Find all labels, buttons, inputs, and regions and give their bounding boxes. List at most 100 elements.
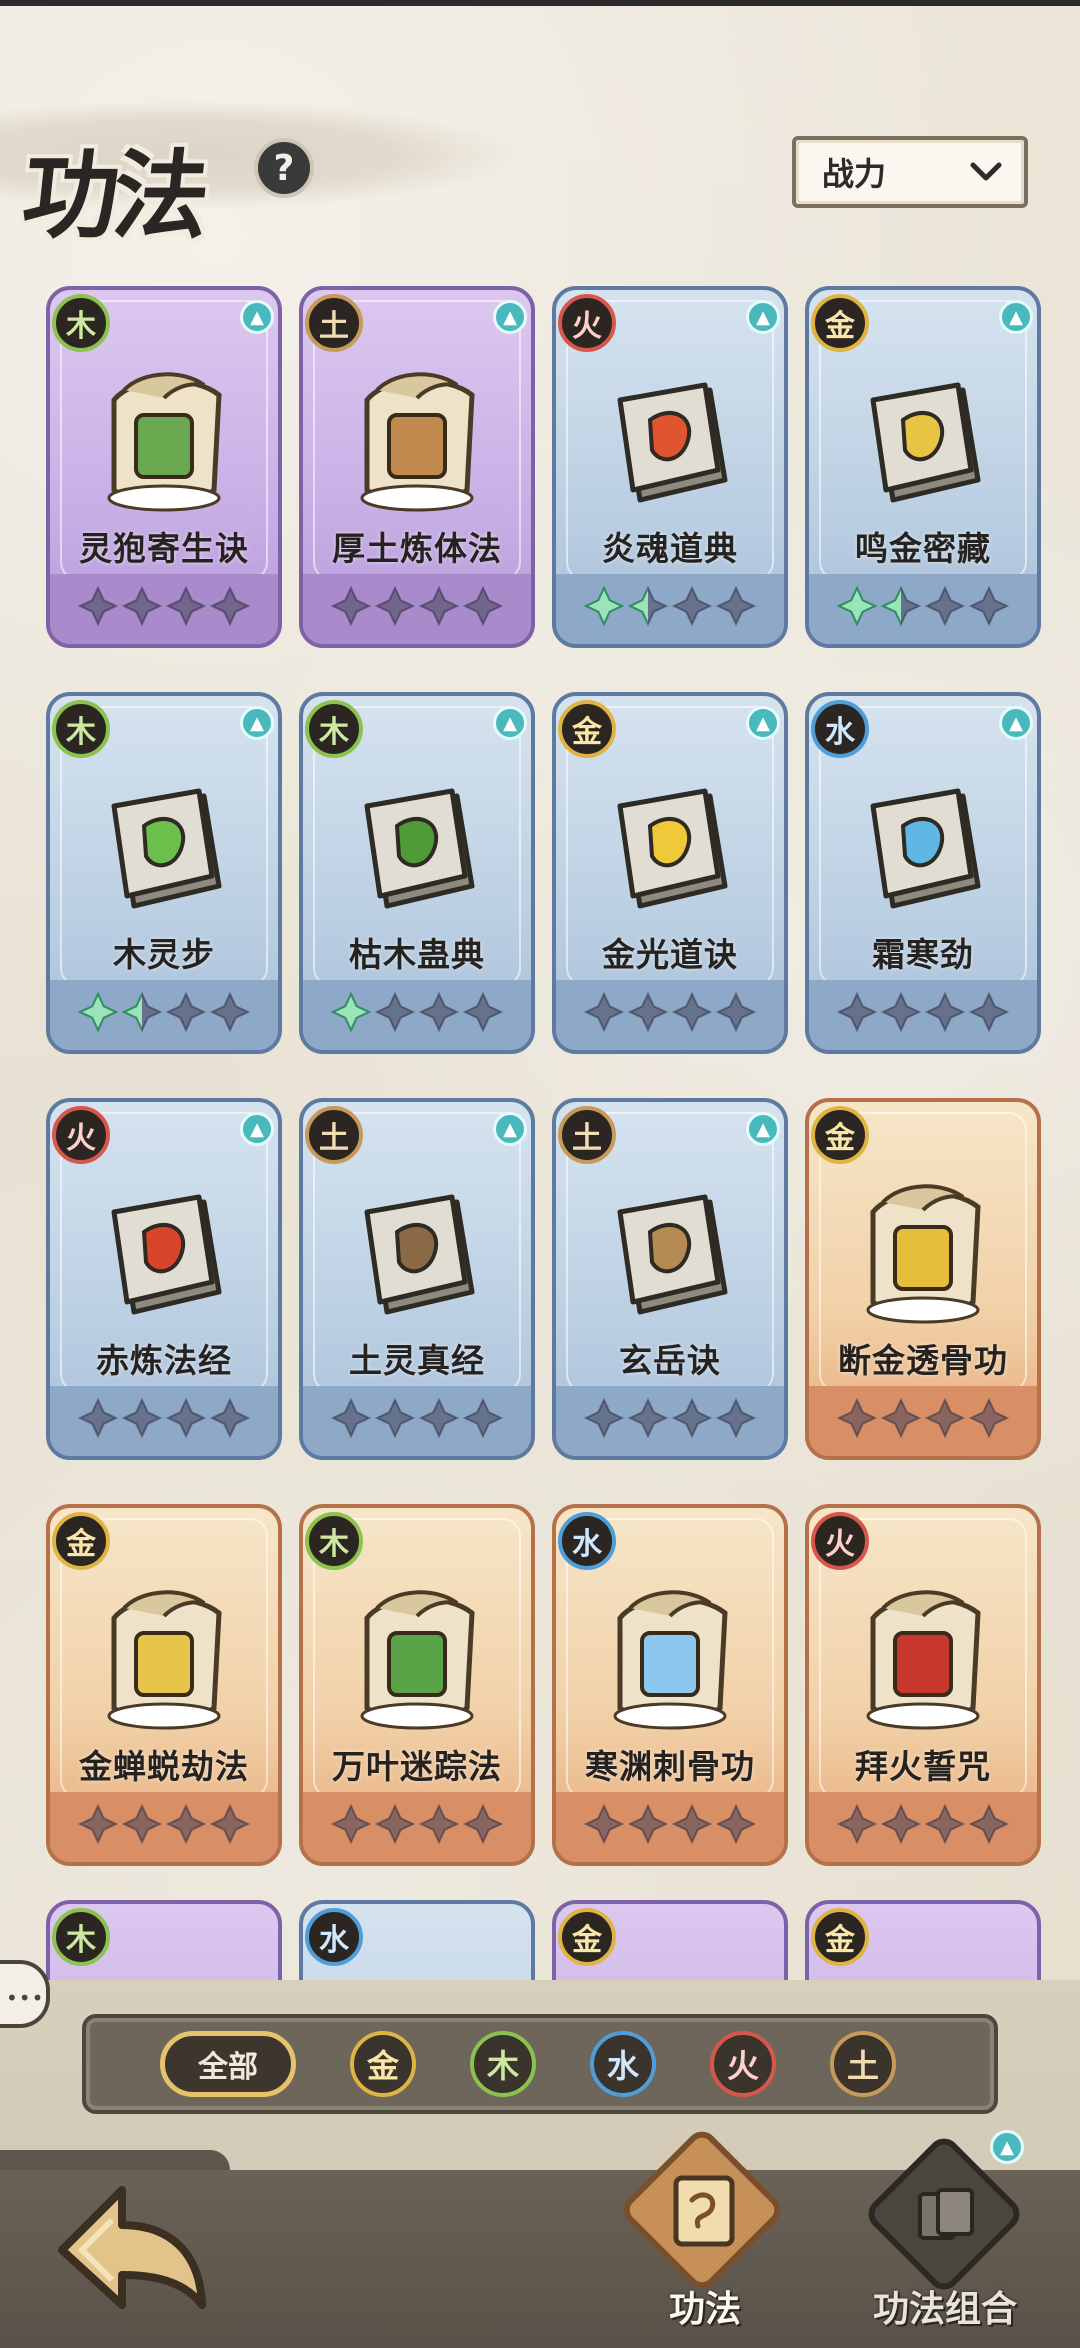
gongfa-card[interactable]: 水 ▲ 霜寒劲 <box>805 692 1041 1054</box>
star-icon <box>122 1398 162 1438</box>
card-name: 厚土炼体法 <box>332 529 502 568</box>
gongfa-card[interactable]: 木 ▲ 灵狍寄生诀 <box>46 286 282 648</box>
star-icon <box>672 586 712 626</box>
gongfa-card[interactable]: 金 ▲ 鸣金密藏 <box>805 286 1041 648</box>
element-badge: 木 <box>52 700 110 758</box>
card-name: 木灵步 <box>113 935 215 974</box>
gongfa-card[interactable]: 木 <box>46 1900 282 1980</box>
star-icon <box>122 586 162 626</box>
star-icon <box>210 1398 250 1438</box>
star-rating <box>303 1804 531 1848</box>
element-badge: 木 <box>305 700 363 758</box>
star-icon <box>672 992 712 1032</box>
gongfa-card[interactable]: 木 ▲ 木灵步 <box>46 692 282 1054</box>
star-icon <box>837 1804 877 1844</box>
gongfa-card[interactable]: 金 ▲ 金光道诀 <box>552 692 788 1054</box>
star-icon <box>166 1804 206 1844</box>
star-icon <box>584 992 624 1032</box>
gongfa-card[interactable]: 木万叶迷踪法 <box>299 1504 535 1866</box>
star-rating <box>809 1804 1037 1848</box>
star-icon <box>628 586 668 626</box>
star-rating <box>303 992 531 1036</box>
star-rating <box>50 586 278 630</box>
chevron-down-icon <box>970 162 1002 181</box>
gongfa-card[interactable]: 土 ▲ 土灵真经 <box>299 1098 535 1460</box>
star-rating <box>50 1804 278 1848</box>
star-rating <box>556 1398 784 1442</box>
star-icon <box>375 1804 415 1844</box>
star-icon <box>628 992 668 1032</box>
gongfa-grid: 木 ▲ 灵狍寄生诀土 ▲ 厚土炼体法火 ▲ 炎魂道典金 ▲ 鸣金密藏木 ▲ 木灵步木 ▲ 枯木蛊典金 ▲ 金… <box>46 286 1046 1866</box>
technique-book-icon <box>364 1194 475 1315</box>
star-icon <box>375 586 415 626</box>
star-icon <box>716 586 756 626</box>
filter-water-button[interactable]: 水 <box>590 2031 656 2097</box>
star-icon <box>925 1804 965 1844</box>
header: 功法 ? 战力 <box>0 60 1080 252</box>
star-icon <box>716 1804 756 1844</box>
sort-selected-value: 战力 <box>822 155 887 193</box>
gongfa-card[interactable]: 水 <box>299 1900 535 1980</box>
dragon-scroll-icon <box>866 1590 981 1730</box>
gongfa-card[interactable]: 火拜火誓咒 <box>805 1504 1041 1866</box>
star-icon <box>716 1398 756 1438</box>
gongfa-card[interactable]: 金 <box>552 1900 788 1980</box>
gongfa-card[interactable]: 水寒渊刺骨功 <box>552 1504 788 1866</box>
filter-metal-button[interactable]: 金 <box>350 2031 416 2097</box>
gongfa-card[interactable]: 金 <box>805 1900 1041 1980</box>
gongfa-grid-partial-row: 木水金金 <box>46 1900 1046 1980</box>
chat-button[interactable]: ••• <box>0 1960 50 2028</box>
arrow-up-icon: ▲ <box>240 300 274 334</box>
star-rating <box>809 586 1037 630</box>
technique-book-icon <box>111 788 222 909</box>
star-rating <box>809 992 1037 1036</box>
star-icon <box>925 1398 965 1438</box>
element-badge: 火 <box>811 1512 869 1570</box>
technique-book-icon <box>364 788 475 909</box>
filter-fire-button[interactable]: 火 <box>710 2031 776 2097</box>
gongfa-card[interactable]: 土 ▲ 玄岳诀 <box>552 1098 788 1460</box>
star-icon <box>628 1804 668 1844</box>
star-icon <box>969 1398 1009 1438</box>
star-icon <box>584 1398 624 1438</box>
gongfa-card[interactable]: 火 ▲ 赤炼法经 <box>46 1098 282 1460</box>
star-icon <box>463 1804 503 1844</box>
star-icon <box>584 1804 624 1844</box>
element-filter-bar: 全部 金 木 水 火 土 <box>82 2014 998 2114</box>
star-rating <box>50 1398 278 1442</box>
tab-gongfa-combo[interactable]: 功法组合 <box>820 2131 1070 2340</box>
dragon-scroll-icon <box>360 1590 475 1730</box>
filter-all-button[interactable]: 全部 <box>160 2031 296 2097</box>
card-name: 赤炼法经 <box>96 1341 232 1380</box>
filter-earth-button[interactable]: 土 <box>830 2031 896 2097</box>
element-badge: 水 <box>305 1908 363 1966</box>
star-icon <box>925 586 965 626</box>
dragon-scroll-icon <box>866 1184 981 1324</box>
star-rating <box>556 992 784 1036</box>
filter-wood-button[interactable]: 木 <box>470 2031 536 2097</box>
star-icon <box>331 586 371 626</box>
star-icon <box>837 586 877 626</box>
gongfa-card[interactable]: 土 ▲ 厚土炼体法 <box>299 286 535 648</box>
gongfa-card[interactable]: 金断金透骨功 <box>805 1098 1041 1460</box>
element-badge: 金 <box>811 294 869 352</box>
element-badge: 木 <box>52 1908 110 1966</box>
tab-gongfa[interactable]: 功法 <box>610 2125 800 2340</box>
star-icon <box>463 992 503 1032</box>
gongfa-card[interactable]: 火 ▲ 炎魂道典 <box>552 286 788 648</box>
arrow-up-icon: ▲ <box>746 300 780 334</box>
star-icon <box>881 1398 921 1438</box>
help-button[interactable]: ? <box>254 138 314 198</box>
tab-combo-label: 功法组合 <box>872 2289 1017 2330</box>
gongfa-card[interactable]: 金金蝉蜕劫法 <box>46 1504 282 1866</box>
star-icon <box>969 1804 1009 1844</box>
star-icon <box>716 992 756 1032</box>
tab-gongfa-label: 功法 <box>668 2289 741 2330</box>
technique-book-icon <box>617 382 728 503</box>
element-badge: 金 <box>558 1908 616 1966</box>
back-arrow-icon[interactable] <box>52 2180 212 2310</box>
sort-dropdown[interactable]: 战力 <box>792 136 1028 208</box>
star-icon <box>881 586 921 626</box>
technique-book-icon <box>617 788 728 909</box>
gongfa-card[interactable]: 木 ▲ 枯木蛊典 <box>299 692 535 1054</box>
